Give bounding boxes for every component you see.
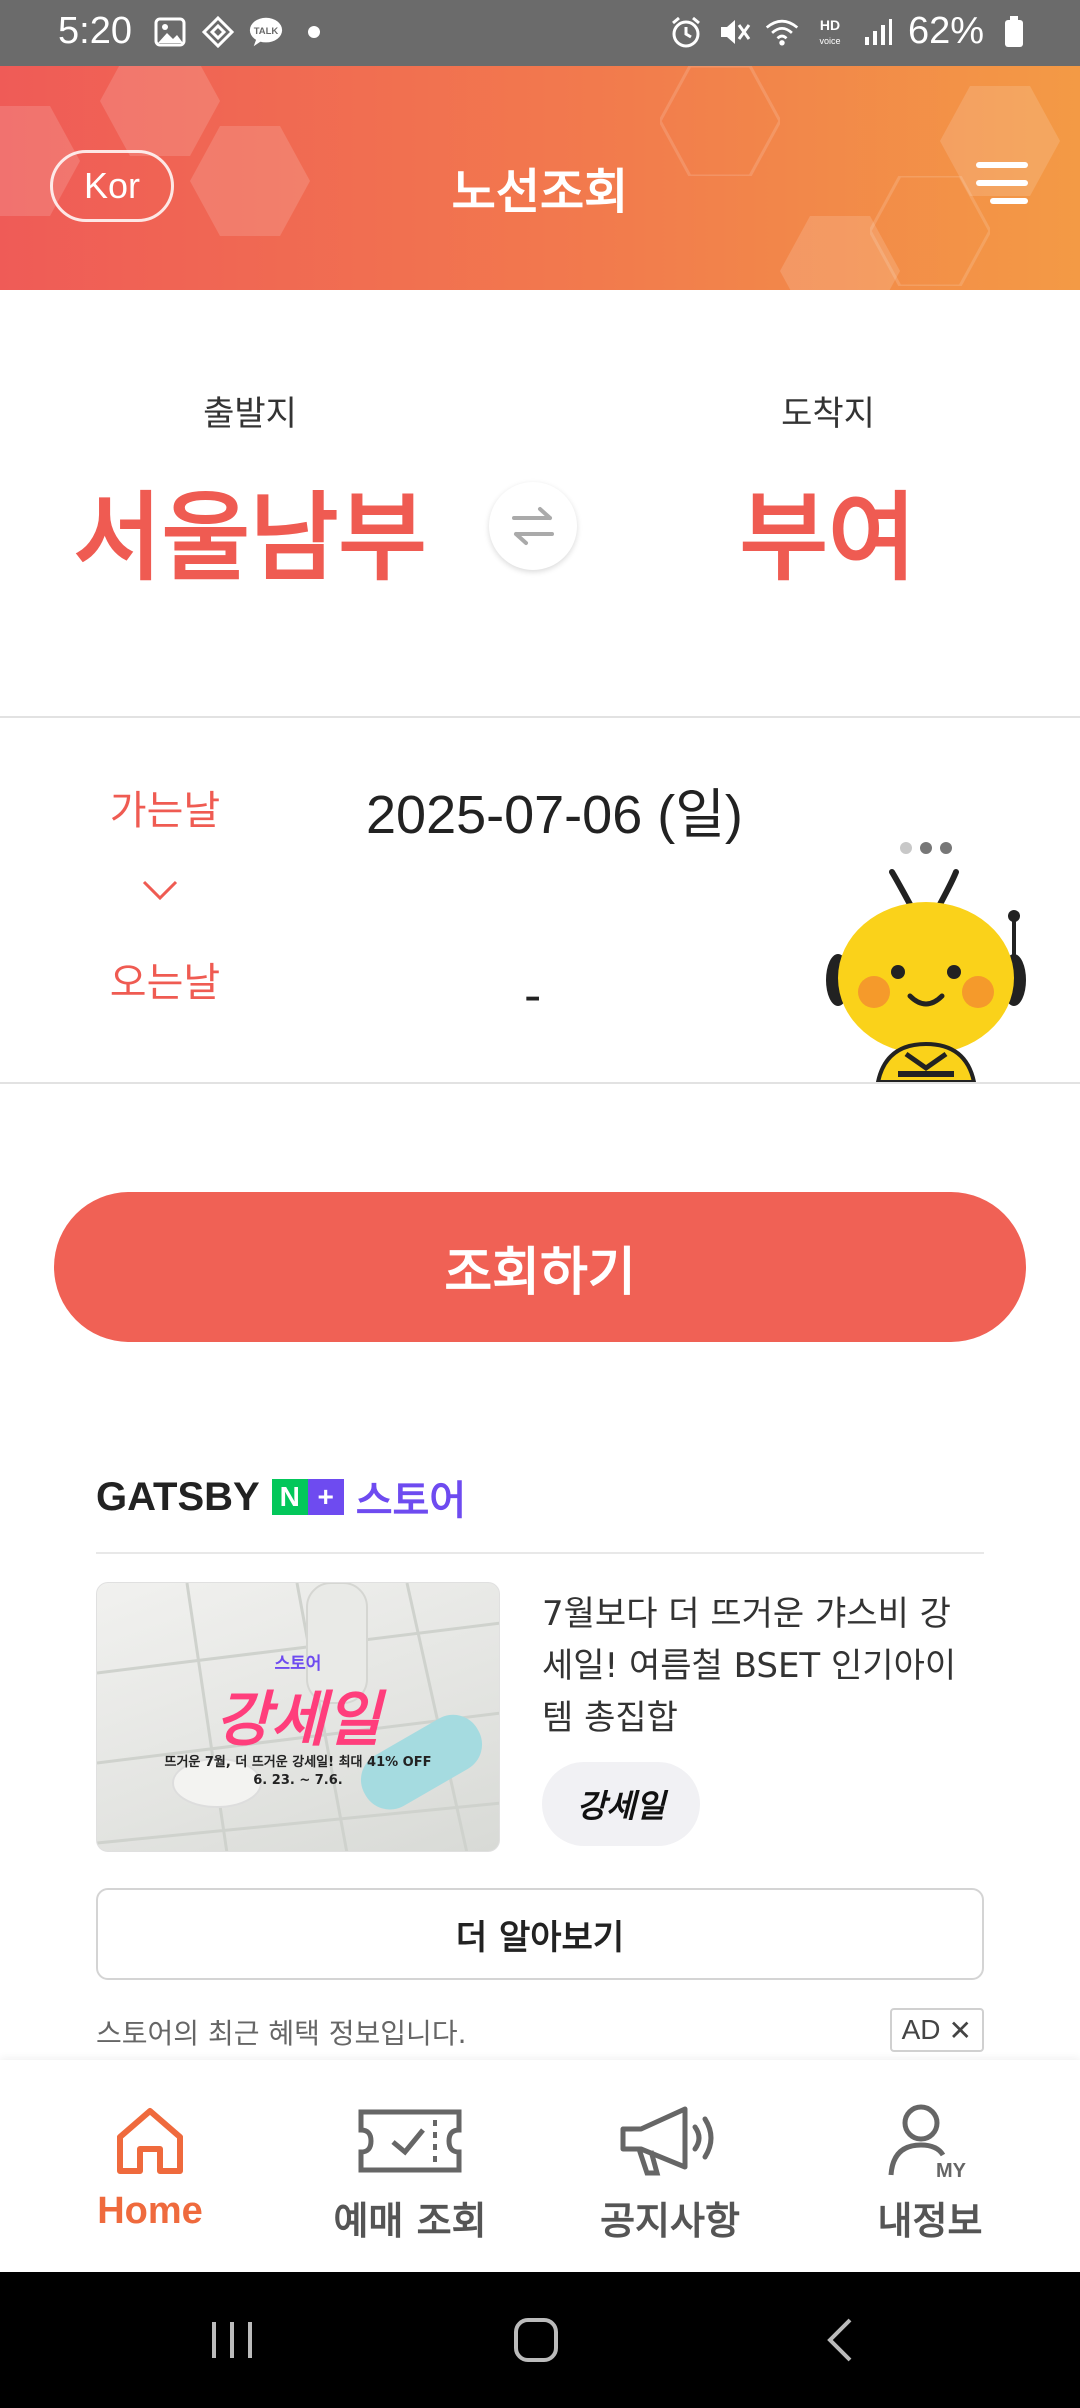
home-nav-icon[interactable]: [506, 2312, 566, 2368]
status-left-icons: TALK: [152, 14, 332, 50]
nav-home[interactable]: Home: [20, 2060, 280, 2272]
svg-text:HD: HD: [820, 17, 840, 33]
swap-button[interactable]: [489, 482, 577, 570]
naver-plus-icon: N +: [271, 1479, 344, 1515]
ad-tag[interactable]: 강세일: [542, 1762, 700, 1846]
go-date-value[interactable]: 2025-07-06 (일): [366, 770, 743, 849]
menu-icon[interactable]: [976, 160, 1028, 206]
ticket-icon: [355, 2096, 465, 2186]
nav-my-info-label: 내정보: [877, 2199, 983, 2243]
date-selector: 가는날 2025-07-06 (일) 오는날 -: [0, 718, 1080, 1082]
ad-image-headline: 강세일: [215, 1685, 381, 1755]
go-date-label[interactable]: 가는날: [100, 778, 230, 836]
battery-percent: 62%: [907, 10, 984, 52]
battery-icon: [996, 14, 1032, 50]
ad-image[interactable]: 스토어 강세일 뜨거운 7월, 더 뜨거운 강세일! 최대 41% OFF 6.…: [96, 1582, 500, 1852]
svg-text:TALK: TALK: [254, 26, 279, 37]
route-selector: 출발지 서울남부 도착지 부여: [0, 290, 1080, 716]
hd-voice-icon: HD voice: [812, 14, 848, 50]
recent-apps-icon[interactable]: [202, 2312, 262, 2368]
system-navigation-bar: [0, 2272, 1080, 2408]
nav-ticket-label: 예매 조회: [333, 2199, 487, 2243]
ad-store-label: 스토어: [355, 1478, 467, 1524]
nav-home-label: Home: [97, 2190, 203, 2232]
arrival-city[interactable]: 부여: [628, 460, 1028, 599]
ad-card[interactable]: GATSBY N + 스토어 스토어 강세일 뜨거운 7월, 더 뜨거운 강세일!…: [96, 1462, 984, 2062]
page-title: 노선조회: [451, 164, 629, 220]
ad-image-line2: 6. 23. ~ 7.6.: [253, 1773, 343, 1788]
divider: [0, 1082, 1080, 1084]
nav-notice-label: 공지사항: [600, 2199, 740, 2243]
return-date-label[interactable]: 오는날: [100, 950, 230, 1008]
app-icon: [200, 14, 236, 50]
arrival-label: 도착지: [781, 394, 875, 434]
home-icon: [95, 2096, 205, 2186]
ad-brand-name: GATSBY: [96, 1474, 260, 1519]
learn-more-button[interactable]: 더 알아보기: [96, 1888, 984, 1980]
nav-notice[interactable]: 공지사항: [540, 2060, 800, 2272]
app-header: Kor 노선조회: [0, 66, 1080, 290]
ad-description[interactable]: 7월보다 더 뜨거운 갸스비 강세일! 여름철 BSET 인기아이템 총집합: [542, 1588, 982, 1744]
signal-icon: [860, 14, 896, 50]
ad-note: 스토어의 최근 혜택 정보입니다.: [96, 2017, 467, 2050]
ad-image-line1: 뜨거운 7월, 더 뜨거운 강세일! 최대 41% OFF: [164, 1755, 432, 1770]
mute-icon: [716, 14, 752, 50]
wifi-icon: [764, 14, 800, 50]
my-profile-icon: MY: [875, 2096, 985, 2186]
chevron-down-icon: [142, 880, 178, 901]
mascot-dots: [900, 842, 952, 854]
megaphone-icon: [615, 2096, 725, 2186]
svg-text:MY: MY: [936, 2160, 967, 2181]
nav-ticket-lookup[interactable]: 예매 조회: [280, 2060, 540, 2272]
search-button[interactable]: 조회하기: [54, 1192, 1026, 1342]
status-time: 5:20: [58, 10, 132, 52]
status-right-icons: HD voice 62%: [668, 10, 1032, 53]
gallery-icon: [152, 14, 188, 50]
swap-icon: [512, 507, 554, 545]
status-bar: 5:20 TALK HD voice 62%: [0, 0, 1080, 66]
divider: [96, 1552, 984, 1554]
close-icon[interactable]: ✕: [949, 2014, 972, 2047]
departure-label: 출발지: [203, 394, 297, 434]
ad-label: AD: [901, 2014, 941, 2045]
bee-mascot-icon: [826, 869, 1026, 1082]
svg-text:voice: voice: [819, 36, 840, 46]
alarm-icon: [668, 14, 704, 50]
ad-badge[interactable]: AD ✕: [889, 2008, 984, 2052]
dot-icon: [296, 14, 332, 50]
back-icon[interactable]: [810, 2312, 870, 2368]
bottom-navigation: Home 예매 조회 공지사항 MY 내정보: [0, 2060, 1080, 2272]
return-date-value[interactable]: -: [524, 968, 541, 1024]
departure-city[interactable]: 서울남부: [60, 460, 440, 599]
talk-icon: TALK: [248, 14, 284, 50]
ad-brand: GATSBY N + 스토어: [96, 1468, 466, 1526]
nav-my-info[interactable]: MY 내정보: [800, 2060, 1060, 2272]
